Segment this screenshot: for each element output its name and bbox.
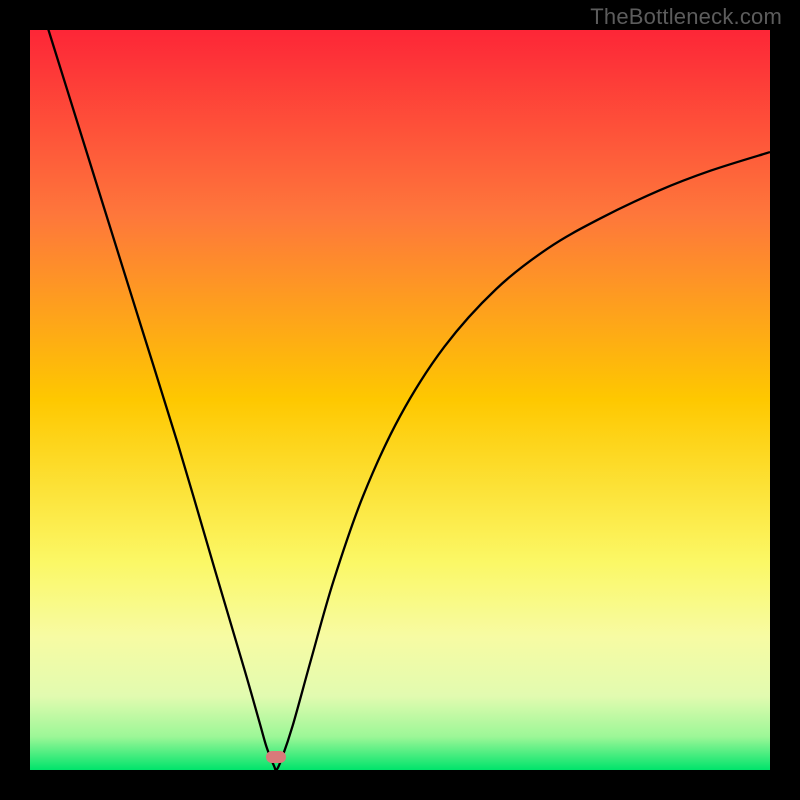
plot-area — [30, 30, 770, 770]
chart-frame: TheBottleneck.com — [0, 0, 800, 800]
gradient-background — [30, 30, 770, 770]
minimum-marker — [266, 751, 286, 763]
plot-svg — [30, 30, 770, 770]
watermark-text: TheBottleneck.com — [590, 4, 782, 30]
